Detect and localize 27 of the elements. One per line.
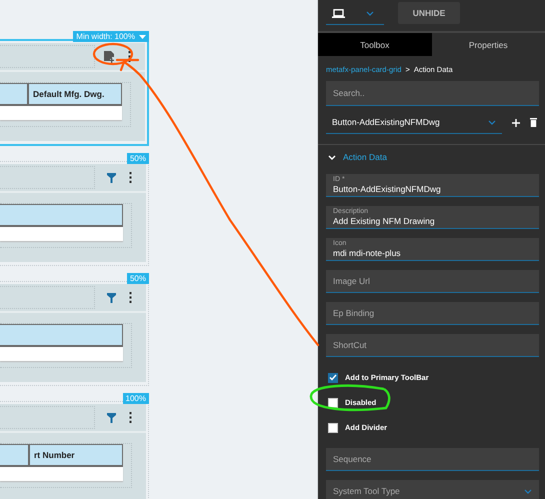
unhide-button[interactable]: UNHIDE — [398, 2, 460, 24]
note-plus-icon[interactable] — [104, 50, 115, 62]
checkbox[interactable] — [328, 372, 338, 382]
chevron-down-icon — [488, 120, 496, 124]
filter-icon[interactable] — [107, 412, 116, 422]
input-field[interactable]: Ep Binding — [326, 302, 539, 325]
input-field[interactable]: Sequence — [326, 448, 539, 471]
filter-icon[interactable] — [107, 172, 116, 182]
caret-icon — [139, 34, 146, 38]
annotation-circle — [92, 42, 134, 66]
component-dropdown[interactable]: Button-AddExistingNFMDwg — [326, 111, 502, 134]
input-field[interactable]: ShortCut — [326, 334, 539, 357]
filter-icon[interactable] — [107, 292, 116, 302]
panel-tab[interactable]: Toolbox — [318, 33, 432, 56]
dropdown-field[interactable]: System Tool Type — [326, 480, 539, 499]
kebab-menu-icon[interactable] — [128, 51, 131, 62]
laptop-icon — [332, 8, 345, 18]
search-field[interactable]: Search.. — [326, 81, 539, 106]
section-header[interactable]: Action Data — [326, 145, 539, 169]
input-field[interactable]: Image Url — [326, 270, 539, 293]
chevron-down-icon — [366, 10, 374, 16]
kebab-menu-icon[interactable] — [129, 412, 132, 423]
kebab-menu-icon[interactable] — [129, 292, 132, 303]
plus-icon[interactable] — [512, 118, 520, 126]
trash-icon[interactable] — [530, 118, 537, 127]
kebab-menu-icon[interactable] — [129, 172, 132, 183]
chevron-down-icon — [524, 488, 532, 494]
